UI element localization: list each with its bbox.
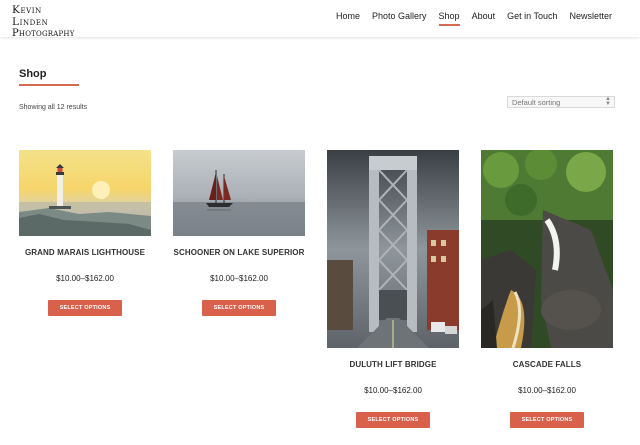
product-image-lift-bridge[interactable] [327,150,459,348]
select-options-button[interactable]: SELECT OPTIONS [202,300,276,316]
logo-line-2: Photography [12,28,75,39]
nav-get-in-touch[interactable]: Get in Touch [507,11,557,26]
site-logo[interactable]: Kevin Linden Photography [12,4,78,39]
product-card: DULUTH LIFT BRIDGE $10.00–$162.00 SELECT… [327,150,459,434]
logo-line-1: Kevin Linden [12,4,49,28]
select-options-button[interactable]: SELECT OPTIONS [510,412,584,428]
main-nav: Home Photo Gallery Shop About Get in Tou… [324,11,612,26]
select-arrows-icon: ▲ ▼ [605,96,611,107]
product-image-lighthouse[interactable] [19,150,151,236]
product-price: $10.00–$162.00 [210,274,268,283]
product-image-cascade-falls[interactable] [481,150,613,348]
product-card: SCHOONER ON LAKE SUPERIOR $10.00–$162.00… [173,150,305,320]
sort-selected-value: Default sorting [512,98,561,107]
result-count: Showing all 12 results [19,104,88,111]
title-underline [19,84,79,86]
select-options-button[interactable]: SELECT OPTIONS [356,412,430,428]
nav-shop[interactable]: Shop [438,11,460,26]
product-name[interactable]: CASCADE FALLS [471,360,623,369]
product-price: $10.00–$162.00 [364,386,422,395]
page-title: Shop [19,68,47,80]
nav-home[interactable]: Home [336,11,360,26]
nav-about[interactable]: About [472,11,496,26]
product-name[interactable]: DULUTH LIFT BRIDGE [317,360,469,369]
site-header: Kevin Linden Photography Home Photo Gall… [0,0,640,39]
nav-photo-gallery[interactable]: Photo Gallery [372,11,427,26]
product-price: $10.00–$162.00 [56,274,114,283]
product-price: $10.00–$162.00 [518,386,576,395]
select-options-button[interactable]: SELECT OPTIONS [48,300,122,316]
product-name[interactable]: SCHOONER ON LAKE SUPERIOR [163,248,315,257]
product-image-schooner[interactable] [173,150,305,236]
product-card: CASCADE FALLS $10.00–$162.00 SELECT OPTI… [481,150,613,434]
product-name[interactable]: GRAND MARAIS LIGHTHOUSE [9,248,161,257]
nav-newsletter[interactable]: Newsletter [569,11,612,26]
sort-select[interactable]: Default sorting ▲ ▼ [507,96,615,108]
product-card: GRAND MARAIS LIGHTHOUSE $10.00–$162.00 S… [19,150,151,320]
